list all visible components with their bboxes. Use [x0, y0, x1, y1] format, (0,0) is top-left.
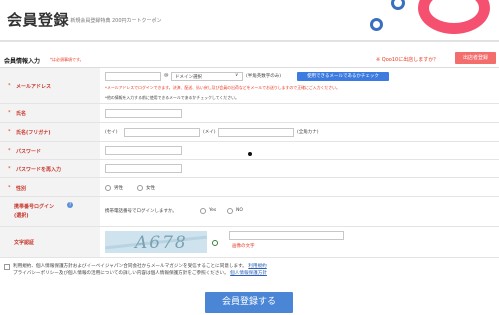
gender-row: * 性別 男性 女性 — [0, 178, 499, 197]
password-confirm-input[interactable] — [105, 164, 182, 173]
qoo10-logo-icon — [418, 0, 490, 34]
no-label: NO — [236, 208, 243, 213]
ring-icon — [391, 0, 405, 10]
required-note: *は必須事項です。 — [50, 57, 84, 62]
qoo10-seller-note: ※ Qoo10に出店しますか？ — [376, 57, 439, 63]
privacy-link[interactable]: 個人情報保護方針 — [230, 271, 267, 276]
page-subtitle: - 新規会員登録特典 200円カートクーポン — [67, 18, 162, 24]
email-notice-red: *メールアドレスでログインできます。決済、配送、払い戻し及び会員の出荷などをメー… — [105, 85, 340, 90]
agree-checkbox[interactable] — [4, 264, 10, 270]
seller-register-button[interactable]: 出店者登録 — [455, 52, 496, 64]
gender-female-radio[interactable] — [137, 185, 143, 191]
page-header: 会員登録 - 新規会員登録特典 200円カートクーポン — [0, 0, 499, 40]
register-submit-button[interactable]: 会員登録する — [205, 292, 293, 313]
password-row: * パスワード — [0, 142, 499, 160]
header-divider — [0, 40, 499, 42]
chevron-down-icon: ∨ — [235, 73, 239, 78]
sei-label: (セイ) — [105, 130, 118, 135]
name-row: * 氏名 — [0, 104, 499, 123]
mobile-login-optional: (選択) — [14, 213, 29, 219]
sei-input[interactable] — [124, 128, 200, 137]
email-local-input[interactable] — [105, 72, 161, 81]
email-label: メールアドレス — [16, 84, 52, 90]
cursor-dot — [248, 152, 252, 156]
page-title: 会員登録 — [7, 11, 70, 29]
captcha-row: 文字認証 A678 画像の文字 — [0, 227, 499, 258]
mobile-login-question: 携帯電話番号でログインしますか。 — [105, 209, 177, 214]
agreement-text-2: プライバシーポリシー及び個人情報の活用についての詳しい内容は個人情報保護方針をご… — [13, 271, 229, 276]
password-input[interactable] — [105, 146, 182, 155]
email-row: * メールアドレス @ ドメイン選択 ∨ (半角英数字のみ) 使用できるメールで… — [0, 68, 499, 104]
help-icon[interactable]: ? — [67, 202, 73, 208]
gender-male-radio[interactable] — [105, 185, 111, 191]
kana-row: * 氏名(フリガナ) (セイ) (メイ) (全角カナ) — [0, 123, 499, 142]
refresh-icon[interactable] — [212, 240, 218, 246]
password-confirm-row: * パスワードを再入力 — [0, 160, 499, 178]
mei-input[interactable] — [218, 128, 294, 137]
mobile-login-label: 携帯番号ログイン — [14, 204, 55, 210]
section-title: 会員情報入力 — [4, 58, 41, 65]
email-notice-gray: *他の情報を入力する前に使用できるメールであるかチェックしてください。 — [105, 95, 239, 100]
name-label: 氏名 — [16, 111, 27, 117]
mobile-login-row: 携帯番号ログイン ? (選択) 携帯電話番号でログインしますか。 Yes NO — [0, 197, 499, 227]
password-confirm-label: パスワードを再入力 — [16, 167, 62, 173]
terms-link[interactable]: 利用規約 — [248, 264, 266, 269]
captcha-text: A678 — [135, 233, 188, 253]
half-width-note: (半角英数字のみ) — [246, 74, 282, 79]
password-label: パスワード — [16, 149, 42, 155]
captcha-input-note: 画像の文字 — [232, 244, 255, 249]
email-check-button[interactable]: 使用できるメールであるかチェック — [297, 72, 389, 81]
at-sign: @ — [164, 73, 169, 78]
agreement-text-1: 利用規約、個人情報保護方針およびイーベイジャパン合同会社からメールマガジンを受信… — [13, 264, 247, 269]
captcha-label: 文字認証 — [14, 240, 35, 246]
captcha-image: A678 — [105, 231, 207, 253]
ring-icon — [370, 18, 383, 31]
yes-label: Yes — [209, 208, 217, 213]
captcha-input[interactable] — [229, 231, 344, 240]
brand-decoration — [360, 0, 499, 40]
female-label: 女性 — [146, 186, 155, 191]
registration-form: * メールアドレス @ ドメイン選択 ∨ (半角英数字のみ) 使用できるメールで… — [0, 67, 499, 258]
kana-label: 氏名(フリガナ) — [16, 130, 51, 136]
mei-label: (メイ) — [203, 130, 216, 135]
fullkana-note: (全角カナ) — [297, 130, 319, 135]
mobile-login-yes-radio[interactable] — [200, 208, 206, 214]
gender-label: 性別 — [16, 186, 27, 192]
mobile-login-no-radio[interactable] — [227, 208, 233, 214]
name-input[interactable] — [105, 109, 182, 118]
email-domain-select[interactable]: ドメイン選択 ∨ — [171, 72, 243, 81]
male-label: 男性 — [114, 186, 123, 191]
